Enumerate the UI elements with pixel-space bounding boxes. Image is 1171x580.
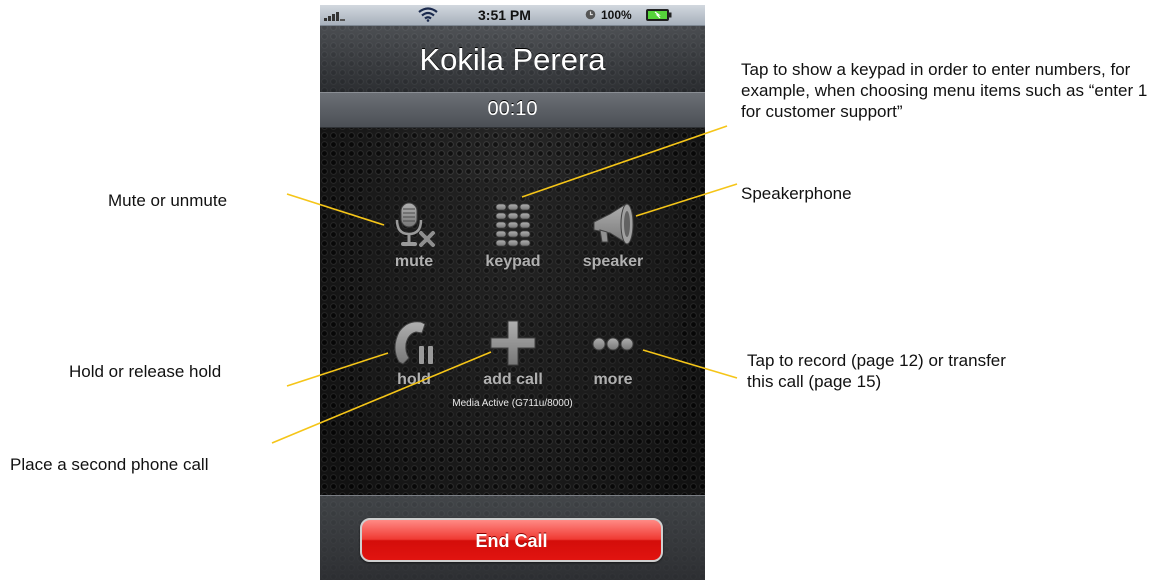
end-call-button[interactable]: End Call — [360, 518, 663, 562]
timer-bar: 00:10 — [320, 92, 705, 128]
call-controls-panel — [362, 180, 677, 420]
annotation-hold: Hold or release hold — [69, 362, 222, 381]
caller-name: Kokila Perera — [419, 42, 606, 77]
status-bar: 3:51 PM 100% — [320, 5, 705, 26]
end-call-label: End Call — [475, 531, 548, 551]
annotation-more: Tap to record (page 12) or transfer this… — [747, 351, 1006, 391]
annotation-add-call: Place a second phone call — [10, 455, 209, 474]
phone-screen: 3:51 PM 100% Kokila Perera 00:10 mute ke… — [320, 5, 705, 580]
annotation-speaker: Speakerphone — [741, 184, 852, 203]
battery-percent: 100% — [601, 8, 632, 22]
signal-icon — [324, 12, 345, 21]
wifi-icon — [418, 7, 438, 22]
media-status: Media Active (G711u/8000) — [452, 398, 573, 409]
battery-icon — [646, 9, 672, 21]
clock-icon — [585, 9, 596, 20]
call-timer: 00:10 — [487, 98, 538, 120]
caller-header: Kokila Perera — [320, 26, 705, 92]
bottom-bar: End Call — [320, 495, 705, 580]
annotation-keypad: Tap to show a keypad in order to enter n… — [741, 60, 1148, 121]
annotation-mute: Mute or unmute — [108, 191, 228, 210]
status-time: 3:51 PM — [478, 7, 531, 23]
